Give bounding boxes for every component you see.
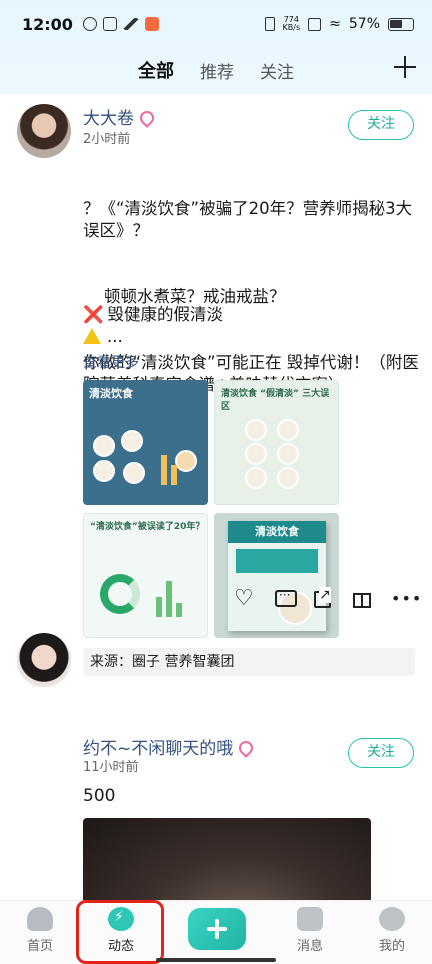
- warning-icon: [83, 328, 101, 344]
- follow-button[interactable]: 关注: [348, 738, 414, 768]
- post-image[interactable]: 清淡饮食 “假清淡” 三大误区: [214, 380, 339, 505]
- avatar[interactable]: [17, 104, 71, 158]
- status-right: 774 KB/s ≈ 57%: [264, 16, 414, 32]
- status-time: 12:00: [22, 14, 73, 34]
- wifi-icon: ≈: [329, 16, 341, 32]
- ribbon-icon: [137, 108, 157, 128]
- comment-icon[interactable]: [275, 588, 297, 607]
- post-time: 2小时前: [83, 132, 131, 147]
- bullet-text: ...: [107, 327, 123, 346]
- post-image[interactable]: “清淡饮食”被误读了20年？: [83, 513, 208, 638]
- food-plate: [245, 419, 267, 441]
- post-actions: [0, 587, 432, 612]
- source-tag[interactable]: 来源：圈子 营养智囊团: [83, 648, 415, 676]
- follow-button[interactable]: 关注: [348, 110, 414, 140]
- post-content[interactable]: 500: [83, 786, 115, 806]
- food-plate: [277, 443, 299, 465]
- feed-tabs: 全部 推荐 关注: [0, 52, 432, 88]
- food-plate: [93, 435, 115, 457]
- book-banner: [236, 549, 318, 573]
- home-indicator: [156, 958, 276, 962]
- crown-icon: [122, 18, 139, 30]
- bullet-text: 毁健康的假清淡: [107, 305, 224, 324]
- food-plate: [277, 419, 299, 441]
- content-line: ？《“清淡饮食”被骗了20年？营养师揭秘3大误区》？: [83, 199, 413, 240]
- food-plate: [121, 430, 143, 452]
- add-icon[interactable]: [394, 56, 416, 78]
- message-icon: [297, 907, 323, 931]
- app-badge-icon: [144, 17, 159, 31]
- profile-icon: [379, 907, 405, 931]
- highlight-annotation: [76, 900, 164, 964]
- post-time: 11小时前: [83, 760, 139, 775]
- net-speed-unit: KB/s: [282, 23, 301, 32]
- ribbon-icon: [236, 738, 257, 758]
- post-bullets: ❌ 毁健康的假清淡 ...: [83, 304, 223, 348]
- notification-icons: [82, 17, 159, 31]
- sync-icon: [82, 17, 97, 31]
- share-icon[interactable]: [314, 587, 331, 608]
- book-cover: 清淡饮食: [228, 521, 326, 631]
- home-icon: [27, 907, 53, 931]
- food-plate: [277, 467, 299, 489]
- post-image[interactable]: 清淡饮食: [214, 513, 339, 638]
- post-image[interactable]: 清淡饮食: [83, 380, 208, 505]
- food-plate: [123, 462, 145, 484]
- publish-button[interactable]: [188, 908, 246, 950]
- tab-recommend[interactable]: 推荐: [200, 58, 234, 83]
- image-title: “清淡饮食”被误读了20年？: [90, 522, 205, 532]
- username-text: 大大卷: [83, 109, 134, 129]
- battery-icon: [388, 17, 414, 31]
- no-sim-icon: [308, 17, 322, 31]
- cross-icon: ❌: [83, 305, 104, 324]
- chart-bar: [171, 465, 177, 485]
- net-speed: 774 KB/s: [283, 16, 301, 32]
- nav-me[interactable]: 我的: [352, 907, 432, 954]
- battery-percent: 57%: [348, 16, 380, 32]
- food-plate: [93, 460, 115, 482]
- tab-all[interactable]: 全部: [138, 57, 174, 83]
- nav-messages[interactable]: 消息: [270, 907, 350, 954]
- image-title: 清淡饮食: [89, 387, 133, 400]
- chart-bar: [161, 455, 167, 485]
- gift-icon[interactable]: [353, 593, 371, 608]
- status-bar: 12:00 774 KB/s ≈ 57%: [0, 0, 432, 48]
- nav-label: 首页: [26, 939, 53, 954]
- food-plate: [175, 450, 197, 472]
- nav-label: 我的: [378, 939, 405, 954]
- mail-icon: [102, 17, 117, 31]
- nav-home[interactable]: 首页: [0, 907, 80, 954]
- username[interactable]: 大大卷: [83, 104, 157, 129]
- avatar[interactable]: [17, 633, 71, 687]
- image-title: 清淡饮食 “假清淡” 三大误区: [221, 389, 330, 412]
- book-title: 清淡饮食: [228, 521, 326, 543]
- food-plate: [245, 467, 267, 489]
- like-icon[interactable]: [234, 588, 256, 610]
- food-plate: [245, 443, 267, 465]
- vibrate-icon: [264, 17, 275, 31]
- tab-following[interactable]: 关注: [260, 58, 294, 83]
- see-more-link[interactable]: 查看更多: [83, 352, 139, 372]
- nav-label: 消息: [296, 939, 323, 954]
- more-icon[interactable]: [391, 588, 413, 610]
